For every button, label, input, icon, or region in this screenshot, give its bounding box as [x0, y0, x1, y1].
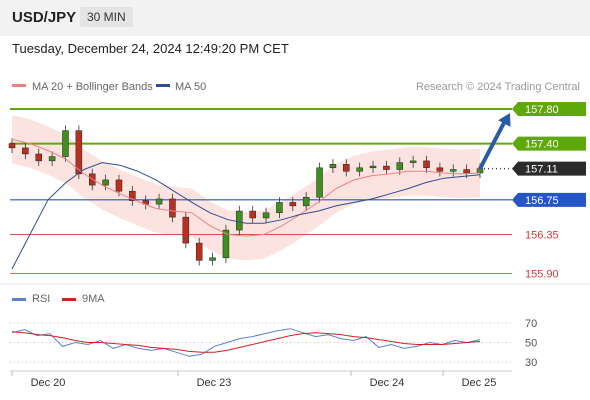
legend-rsi-swatch — [12, 298, 26, 301]
level-label: 156.75 — [525, 195, 559, 207]
x-tick-label: Dec 24 — [370, 377, 405, 389]
legend-rsi-label: RSI — [32, 293, 50, 305]
price-chart: MA 20 + Bollinger Bands MA 50 Research ©… — [0, 81, 590, 389]
candle — [396, 162, 404, 170]
level-label: 157.80 — [525, 104, 559, 116]
candle — [316, 167, 323, 198]
candle — [48, 156, 56, 162]
legend-ma50-label: MA 50 — [175, 81, 206, 93]
candle — [169, 198, 176, 218]
legend-ma20-swatch — [12, 84, 26, 87]
candle — [262, 212, 270, 219]
level-label: 155.90 — [525, 268, 559, 280]
candle — [463, 169, 470, 174]
osc-tick-label: 70 — [525, 318, 537, 330]
candle — [450, 169, 457, 172]
candle — [155, 198, 163, 205]
candle — [409, 160, 417, 163]
level-labels: 157.80 157.40 157.11 156.75 156.35 155.90 — [512, 101, 586, 280]
osc-legend: RSI 9MA — [12, 293, 105, 305]
candle — [236, 210, 243, 231]
candle — [209, 257, 216, 261]
candle — [35, 153, 42, 162]
candle — [289, 202, 297, 207]
candle — [22, 147, 29, 155]
legend-9ma-label: 9MA — [82, 293, 105, 305]
candle — [369, 165, 377, 169]
candle — [249, 210, 256, 219]
legend-ma20-label: MA 20 + Bollinger Bands — [32, 81, 153, 93]
candle — [356, 167, 363, 172]
level-label: 157.40 — [525, 139, 559, 151]
candle — [115, 179, 123, 192]
candle — [182, 216, 190, 244]
x-tick-label: Dec 23 — [197, 377, 232, 389]
level-label: 157.11 — [525, 164, 558, 176]
x-tick-label: Dec 20 — [31, 377, 66, 389]
candle — [102, 179, 109, 186]
candle — [8, 143, 16, 149]
candle — [62, 130, 69, 157]
candle — [276, 202, 283, 214]
candle — [302, 196, 310, 207]
x-tick-label: Dec 25 — [462, 377, 497, 389]
candle — [436, 167, 444, 172]
osc-tick-label: 30 — [525, 357, 537, 369]
main-legend: MA 20 + Bollinger Bands MA 50 Research ©… — [12, 81, 580, 93]
x-axis-ticks: Dec 20 Dec 23 Dec 24 Dec 25 — [11, 371, 497, 389]
candle — [383, 165, 390, 170]
candle — [423, 160, 430, 169]
candle — [343, 164, 350, 172]
candle — [195, 242, 203, 261]
credit-text: Research © 2024 Trading Central — [416, 81, 580, 93]
level-label: 156.35 — [525, 229, 559, 241]
legend-9ma-swatch — [62, 298, 76, 301]
osc-tick-label: 50 — [525, 338, 537, 350]
legend-ma50-swatch — [156, 84, 170, 87]
candle — [329, 164, 337, 169]
forecast-arrow — [478, 112, 511, 170]
